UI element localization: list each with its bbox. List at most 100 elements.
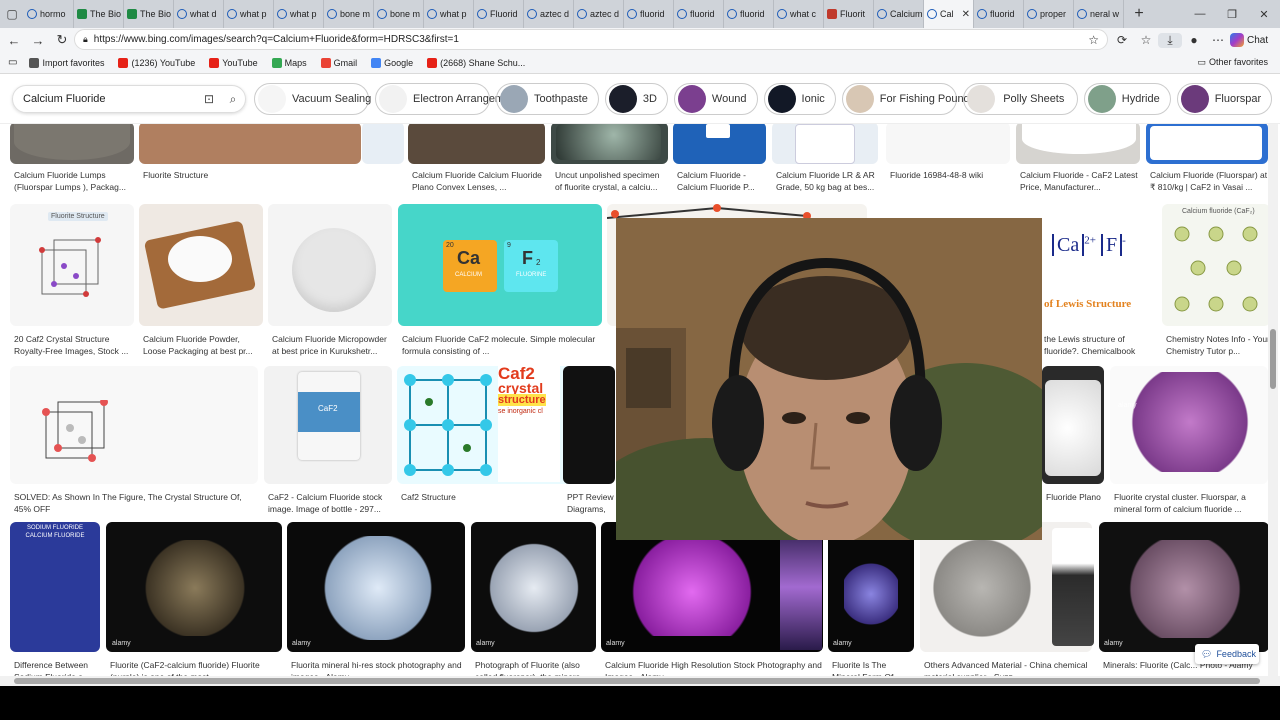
tab-17[interactable]: Calcium (874, 0, 924, 28)
result-caption[interactable]: PPT Review Diagrams, 4... (567, 492, 615, 516)
maximize-button[interactable]: ❐ (1216, 0, 1248, 28)
result-caption[interactable]: Calcium Fluoride Micropowder at best pri… (272, 334, 392, 358)
image-result[interactable]: Difference Between Sodium Fluoride a... (10, 522, 100, 682)
scrollbar-thumb[interactable] (1270, 329, 1276, 389)
favorite-item[interactable]: YouTube (209, 57, 258, 68)
tab-2[interactable]: The Bio (124, 0, 174, 28)
result-caption[interactable]: Calcium Fluoride - Calcium Fluoride P... (677, 170, 766, 194)
result-caption[interactable]: Calcium Fluoride - CaF2 Latest Price, Ma… (1020, 170, 1140, 194)
result-caption[interactable]: Fluorite crystal cluster. Fluorspar, a m… (1114, 492, 1268, 516)
favorite-item[interactable]: Maps (271, 57, 307, 68)
related-chip[interactable]: For Fishing Pound (841, 83, 970, 115)
tab-6[interactable]: bone m (324, 0, 374, 28)
result-thumbnail[interactable] (362, 124, 404, 164)
tab-7[interactable]: bone m (374, 0, 424, 28)
tab-3[interactable]: what d (174, 0, 224, 28)
image-result[interactable]: the Lewis structure of fluoride?. Chemic… (1040, 204, 1156, 362)
tab-0[interactable]: hormo (24, 0, 74, 28)
result-caption[interactable]: 20 Caf2 Crystal Structure Royalty-Free I… (14, 334, 134, 358)
tablet-icon[interactable]: ▭ (8, 57, 17, 68)
url-text[interactable]: https://www.bing.com/images/search?q=Cal… (94, 34, 459, 45)
result-caption[interactable]: Fluorite Structure (143, 170, 361, 194)
result-caption[interactable]: Uncut unpolished specimen of fluorite cr… (555, 170, 668, 194)
image-result[interactable]: PPT Review Diagrams, 4... (563, 366, 615, 520)
tab-18[interactable]: Cal ✕ (924, 0, 974, 28)
related-chip[interactable]: Wound (673, 83, 758, 115)
tab-5[interactable]: what p (274, 0, 324, 28)
result-caption[interactable]: Calcium Fluoride CaF2 molecule. Simple m… (402, 334, 602, 358)
downloads-icon[interactable]: ⤓ (1158, 32, 1182, 48)
tab-4[interactable]: what p (224, 0, 274, 28)
tab-12[interactable]: fluorid (624, 0, 674, 28)
tab-15[interactable]: what c (774, 0, 824, 28)
horizontal-scroll-thumb[interactable] (14, 678, 1260, 684)
result-thumbnail[interactable] (563, 366, 615, 484)
result-thumbnail[interactable] (398, 204, 602, 326)
tab-8[interactable]: what p (424, 0, 474, 28)
search-icon[interactable]: ⌕ (221, 92, 245, 107)
tab-10[interactable]: aztec d (524, 0, 574, 28)
result-caption[interactable]: Calcium Fluoride Powder, Loose Packaging… (143, 334, 263, 358)
forward-icon[interactable]: → (26, 29, 50, 51)
related-chip[interactable]: Hydride (1083, 83, 1171, 115)
result-caption[interactable]: Calcium Fluoride Calcium Fluoride Plano … (412, 170, 545, 194)
back-icon[interactable]: ← (2, 29, 26, 51)
result-thumbnail[interactable] (886, 124, 1010, 164)
favorite-item[interactable]: (2668) Shane Schu... (427, 57, 525, 68)
refresh-icon[interactable]: ↻ (50, 29, 74, 51)
result-caption[interactable]: Chemistry Notes Info - Your Chemistry Tu… (1166, 334, 1270, 358)
refresh-page-icon[interactable]: ⟳ (1110, 33, 1134, 47)
vertical-scrollbar[interactable] (1268, 124, 1278, 684)
visual-search-icon[interactable]: ⊡ (197, 92, 221, 106)
tab-13[interactable]: fluorid (674, 0, 724, 28)
favorite-star-icon[interactable]: ☆ (1088, 33, 1099, 47)
tab-actions-icon[interactable]: ▢ (0, 0, 24, 28)
related-chip[interactable]: Polly Sheets (962, 83, 1078, 115)
image-result[interactable]: Calcium Fluoride CaF2 molecule. Simple m… (398, 204, 602, 362)
tab-20[interactable]: proper (1024, 0, 1074, 28)
close-window-button[interactable]: ✕ (1248, 0, 1280, 28)
result-thumbnail[interactable] (10, 522, 100, 652)
favorites-icon[interactable]: ☆ (1134, 33, 1158, 47)
feedback-button[interactable]: 💬︎ Feedback (1195, 644, 1259, 664)
result-thumbnail[interactable] (139, 124, 361, 164)
chat-button[interactable]: Chat (1230, 31, 1268, 49)
result-caption[interactable]: Calcium Fluoride Lumps (Fluorspar Lumps … (14, 170, 134, 194)
address-bar[interactable]: 🔒︎ https://www.bing.com/images/search?q=… (74, 29, 1108, 50)
result-caption[interactable]: Fluoride 16984-48-8 wiki (890, 170, 1010, 194)
new-tab-button[interactable]: + (1124, 0, 1154, 28)
favorite-item[interactable]: (1236) YouTube (118, 57, 195, 68)
tab-16[interactable]: Fluorit (824, 0, 874, 28)
result-caption[interactable]: Calcium Fluoride (Fluorspar) at ₹ 810/kg… (1150, 170, 1268, 194)
image-result[interactable]: Fluorite Structure (139, 124, 361, 198)
tab-19[interactable]: fluorid (974, 0, 1024, 28)
minimize-button[interactable]: — (1184, 0, 1216, 28)
result-caption[interactable]: CaF2 - Calcium Fluoride stock image. Ima… (268, 492, 392, 516)
result-caption[interactable]: the Lewis structure of fluoride?. Chemic… (1044, 334, 1156, 358)
related-chip[interactable]: Fluorspar (1176, 83, 1273, 115)
result-caption[interactable]: Calcium Fluoride LR & AR Grade, 50 kg ba… (776, 170, 878, 194)
search-input[interactable]: Calcium Fluoride ⊡ ⌕ (12, 85, 246, 113)
tab-21[interactable]: neral w (1074, 0, 1124, 28)
related-chip[interactable]: 3D (604, 83, 668, 115)
tab-9[interactable]: Fluorid (474, 0, 524, 28)
result-caption[interactable]: Fluoride Plano (1046, 492, 1104, 516)
result-thumbnail[interactable] (408, 124, 545, 164)
image-result[interactable]: Calcium Fluoride Calcium Fluoride Plano … (408, 124, 545, 198)
tab-14[interactable]: fluorid (724, 0, 774, 28)
image-result[interactable]: Fluoride 16984-48-8 wiki (886, 124, 1010, 198)
more-menu-icon[interactable]: ⋯ (1206, 33, 1230, 47)
search-query[interactable]: Calcium Fluoride (23, 93, 197, 105)
profile-avatar[interactable]: ● (1182, 33, 1206, 47)
favorite-item[interactable]: Import favorites (29, 57, 104, 68)
related-chip[interactable]: Vacuum Sealing (254, 83, 371, 115)
horizontal-scrollbar[interactable] (0, 676, 1280, 686)
favorite-item[interactable]: Google (371, 57, 413, 68)
image-result[interactable] (362, 124, 404, 198)
result-caption[interactable]: SOLVED: As Shown In The Figure, The Crys… (14, 492, 258, 516)
tab-1[interactable]: The Bio (74, 0, 124, 28)
related-chip[interactable]: Ionic (763, 83, 836, 115)
close-tab-icon[interactable]: ✕ (962, 9, 970, 20)
tab-11[interactable]: aztec d (574, 0, 624, 28)
favorite-item[interactable]: Gmail (320, 57, 357, 68)
